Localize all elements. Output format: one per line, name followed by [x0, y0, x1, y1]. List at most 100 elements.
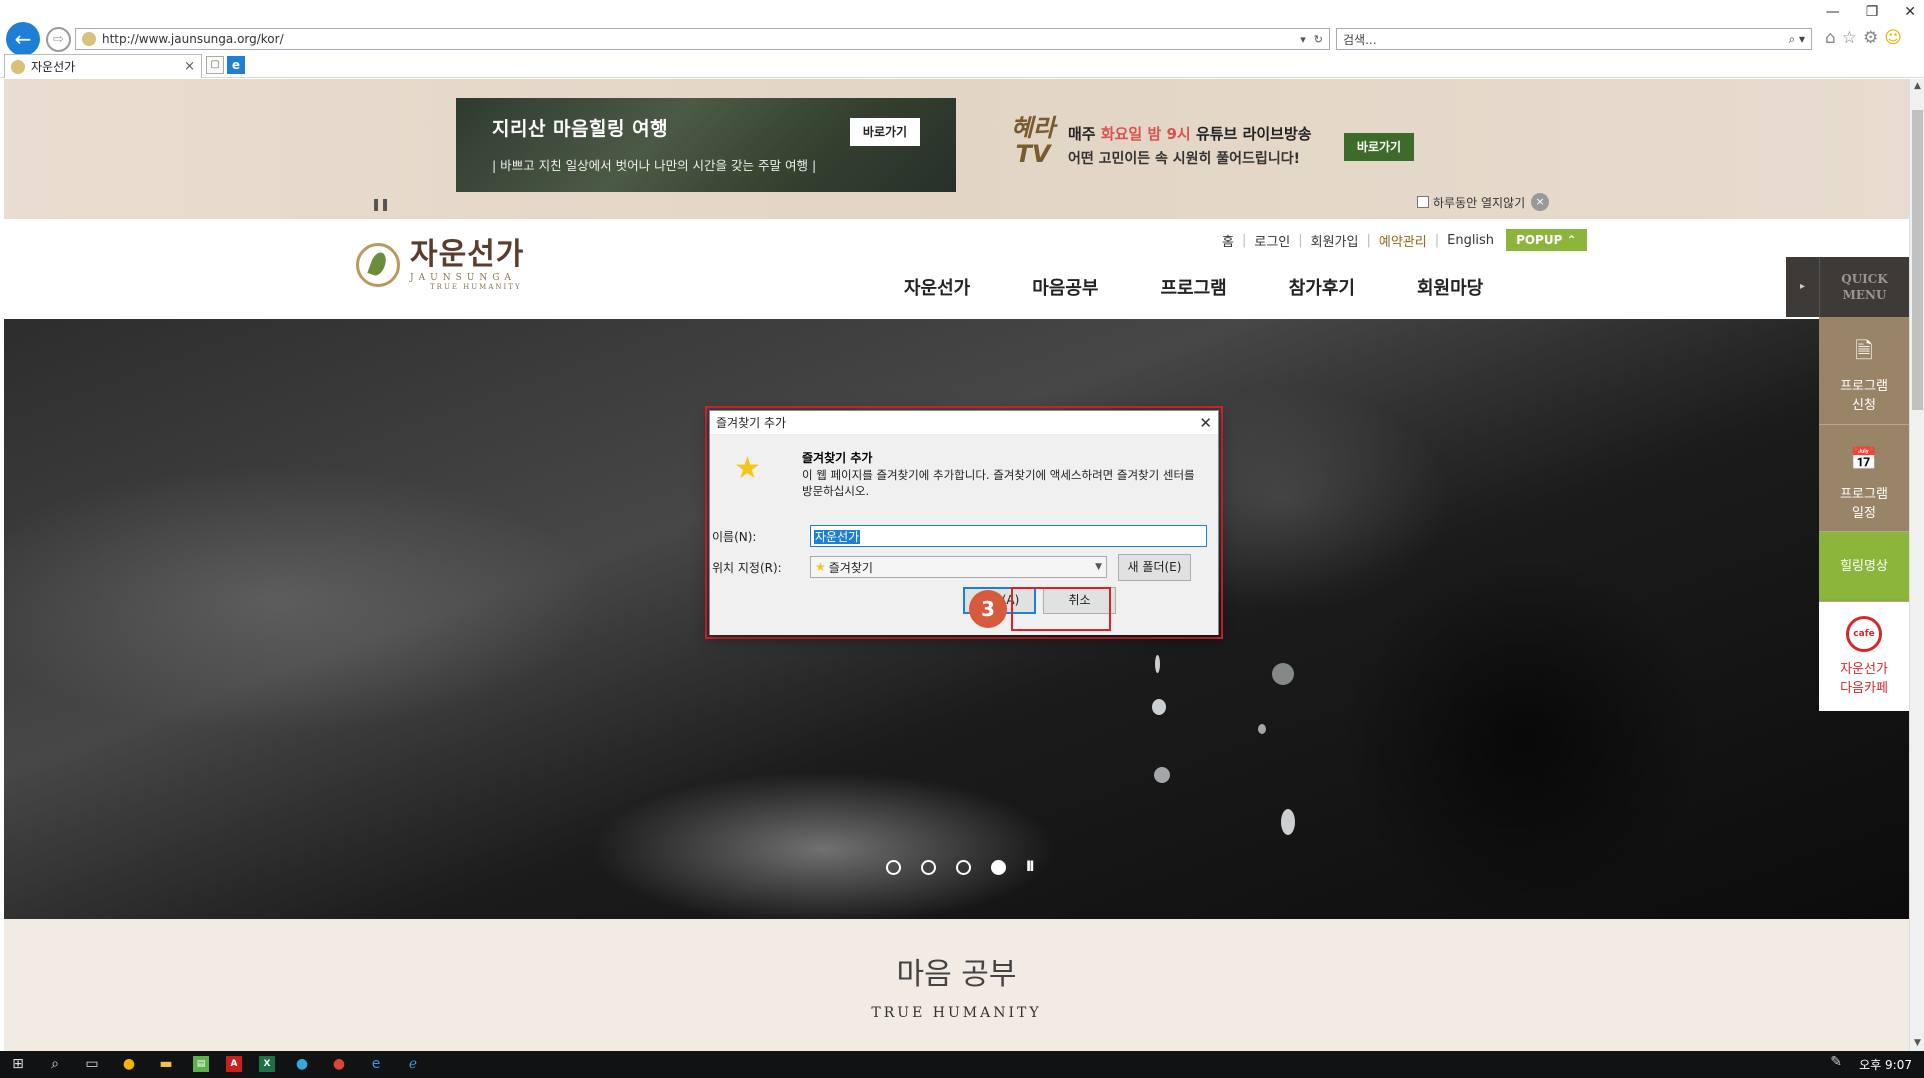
page-scrollbar[interactable]: ▲ ▼ — [1909, 79, 1924, 1051]
hero-dot-2[interactable] — [921, 859, 936, 875]
quick-menu-title-line1: QUICK — [1841, 272, 1888, 286]
hyera-tv-logo-line1: 혜라 — [1010, 114, 1056, 142]
schedule-prefix: 매주 — [1068, 125, 1101, 143]
util-home-link[interactable]: 홈 — [1222, 231, 1234, 250]
search-input[interactable]: 검색... — [1343, 31, 1788, 48]
back-button[interactable]: ← — [6, 22, 40, 56]
promo-jirisan-button[interactable]: 바로가기 — [850, 118, 920, 146]
chrome-icon[interactable]: ● — [329, 1054, 349, 1074]
logo-subtitle: JAUNSUNGA — [410, 273, 516, 283]
hero-dot-3[interactable] — [956, 859, 971, 875]
promo-jirisan-subtitle: | 바쁘고 지친 일상에서 벗어나 나만의 시간을 갖는 주말 여행 | — [492, 158, 817, 173]
ie-icon[interactable]: e — [227, 56, 245, 74]
quick-menu-program-apply[interactable]: 🗎 프로그램 신청 — [1819, 317, 1909, 424]
address-dropdown-icon[interactable]: ▾ — [1300, 33, 1306, 46]
edge-icon[interactable]: e — [366, 1054, 386, 1074]
quick-menu-program-schedule[interactable]: 📅 프로그램 일정 — [1819, 424, 1909, 531]
window-controls: — ❐ ✕ — [1826, 4, 1916, 20]
close-icon[interactable]: ✕ — [1904, 4, 1916, 20]
hyera-tv-button[interactable]: 바로가기 — [1344, 133, 1414, 161]
nav-item-mind-study[interactable]: 마음공부 — [1032, 274, 1098, 300]
location-select[interactable]: ★ 즐겨찾기 ▼ — [810, 556, 1107, 578]
chevron-down-icon[interactable]: ▼ — [1095, 562, 1102, 572]
popup-toggle-button[interactable]: POPUP ⌃ — [1506, 229, 1587, 251]
name-label: 이름(N): — [712, 530, 757, 544]
start-icon[interactable]: ⊞ — [8, 1054, 28, 1074]
search-box[interactable]: 검색... ⌕ ▾ — [1336, 28, 1812, 50]
scroll-up-icon[interactable]: ▲ — [1910, 79, 1924, 94]
ie-icon[interactable]: ℯ — [403, 1054, 423, 1074]
pen-icon[interactable]: ✎ — [1830, 1054, 1842, 1070]
dismiss-label[interactable]: 하루동안 열지않기 — [1433, 194, 1525, 211]
refresh-icon[interactable]: ↻ — [1314, 33, 1323, 46]
promo-close-icon[interactable]: × — [1531, 193, 1550, 211]
quick-menu-header: ▸ QUICK MENU — [1786, 257, 1909, 317]
util-login-link[interactable]: 로그인 — [1254, 231, 1290, 250]
restore-icon[interactable]: ❐ — [1866, 4, 1879, 20]
favorites-icon[interactable]: ☆ — [1842, 28, 1857, 48]
home-icon[interactable]: ⌂ — [1825, 28, 1836, 48]
qm-label: 힐링명상 — [1840, 559, 1888, 574]
browser-tab[interactable]: 자운선가 × — [4, 54, 202, 78]
promo-jirisan-title: 지리산 마음힐링 여행 — [492, 118, 669, 140]
promo-banner: 지리산 마음힐링 여행 | 바쁘고 지친 일상에서 벗어나 나만의 시간을 갖는… — [4, 79, 1909, 219]
hero-dot-4[interactable] — [991, 859, 1006, 875]
file-explorer-icon[interactable]: ▬ — [156, 1054, 176, 1074]
qm-label: 프로그램 — [1840, 379, 1888, 394]
hyera-tv-logo-line2: TV — [1015, 140, 1051, 168]
hero-pause-button[interactable]: II — [1026, 859, 1035, 875]
promo-pause-button[interactable]: ❚❚ — [371, 197, 390, 211]
qm-label: 프로그램 — [1840, 487, 1888, 502]
calendar-icon: 📅 — [1850, 447, 1878, 472]
util-reservation-link[interactable]: 예약관리 — [1379, 231, 1427, 250]
acrobat-icon[interactable]: A — [226, 1056, 242, 1072]
telegram-icon[interactable]: ● — [292, 1054, 312, 1074]
new-tab-button[interactable]: ▢ — [206, 56, 224, 74]
qm-label: 다음카페 — [1840, 681, 1888, 696]
nav-item-about[interactable]: 자운선가 — [904, 274, 970, 300]
quick-menu-toggle-icon[interactable]: ▸ — [1786, 257, 1820, 317]
new-folder-button[interactable]: 새 폴더(E) — [1118, 554, 1191, 581]
search-icon[interactable]: ⌕ ▾ — [1788, 32, 1805, 47]
nav-item-members[interactable]: 회원마당 — [1417, 274, 1483, 300]
excel-icon[interactable]: X — [259, 1056, 275, 1072]
quick-menu-daum-cafe[interactable]: cafe 자운선가 다음카페 — [1819, 601, 1909, 711]
add-button-highlight — [1011, 587, 1111, 631]
minimize-icon[interactable]: — — [1826, 4, 1840, 20]
address-text[interactable]: http://www.jaunsunga.org/kor/ — [102, 32, 1292, 46]
favorite-name-input[interactable]: 자운선가 — [810, 525, 1207, 547]
star-icon: ★ — [734, 451, 761, 486]
site-favicon — [82, 32, 96, 46]
scroll-thumb[interactable] — [1912, 110, 1923, 410]
location-select-value: 즐겨찾기 — [828, 560, 873, 575]
notepad-icon[interactable]: ▤ — [193, 1056, 209, 1072]
task-view-icon[interactable]: ▭ — [82, 1054, 102, 1074]
hero-dot-1[interactable] — [886, 859, 901, 875]
add-favorite-dialog: 즐겨찾기 추가 ✕ ★ 즐겨찾기 추가 이 웹 페이지를 즐겨찾기에 추가합니다… — [709, 410, 1219, 635]
location-label: 위치 지정(R): — [712, 561, 782, 575]
hyera-tv-schedule: 매주 화요일 밤 9시 유튜브 라이브방송 — [1068, 123, 1312, 144]
taskbar-clock[interactable]: 오후 9:07 — [1859, 1056, 1912, 1073]
search-icon[interactable]: ⌕ — [45, 1054, 65, 1074]
logo-emblem-icon — [356, 243, 400, 287]
settings-icon[interactable]: ⚙ — [1863, 28, 1878, 48]
scroll-down-icon[interactable]: ▼ — [1910, 1036, 1924, 1051]
nav-item-reviews[interactable]: 참가후기 — [1289, 274, 1355, 300]
nav-item-program[interactable]: 프로그램 — [1161, 274, 1227, 300]
favorite-name-value[interactable]: 자운선가 — [814, 530, 861, 544]
water-drop — [1258, 724, 1266, 734]
util-english-link[interactable]: English — [1447, 233, 1494, 248]
smiley-icon[interactable]: ☺ — [1884, 28, 1902, 48]
tab-close-icon[interactable]: × — [184, 59, 195, 74]
dismiss-checkbox[interactable] — [1417, 196, 1429, 208]
dialog-description: 이 웹 페이지를 즐겨찾기에 추가합니다. 즐겨찾기에 액세스하려면 즐겨찾기 … — [802, 468, 1195, 498]
promo-jirisan[interactable]: 지리산 마음힐링 여행 | 바쁘고 지친 일상에서 벗어나 나만의 시간을 갖는… — [456, 98, 956, 192]
back-icon: ← — [14, 27, 32, 51]
forward-button[interactable]: ⇨ — [46, 27, 71, 52]
chrome-icon[interactable]: ● — [119, 1054, 139, 1074]
address-bar[interactable]: http://www.jaunsunga.org/kor/ ▾ ↻ — [75, 28, 1330, 50]
quick-menu-healing-meditation[interactable]: 힐링명상 — [1819, 531, 1909, 601]
dialog-close-icon[interactable]: ✕ — [1199, 414, 1212, 432]
site-logo[interactable]: 자운선가 JAUNSUNGA TRUE HUMANITY — [356, 239, 524, 291]
util-signup-link[interactable]: 회원가입 — [1311, 231, 1359, 250]
